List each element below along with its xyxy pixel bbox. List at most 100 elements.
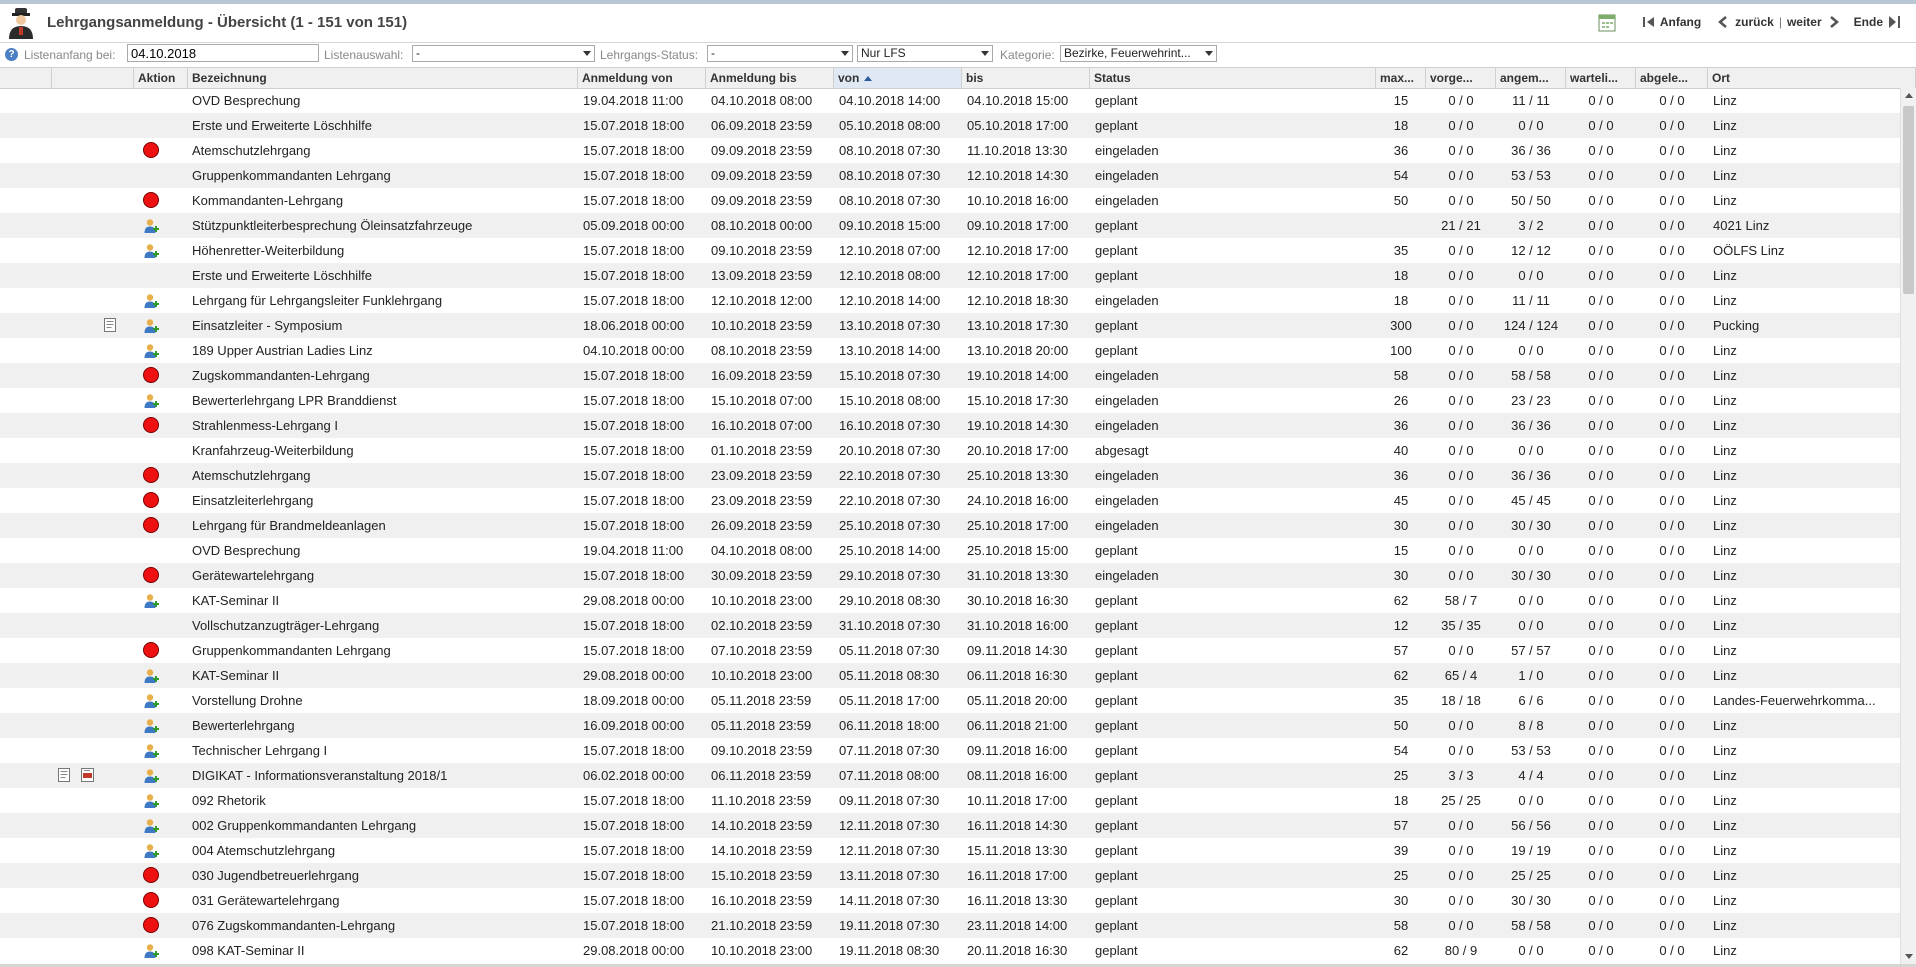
table-row[interactable]: 031 Gerätewartelehrgang 15.07.2018 18:00 1…	[0, 888, 1900, 913]
red-status-icon[interactable]	[143, 142, 159, 158]
cell-bezeichnung[interactable]: Atemschutzlehrgang	[192, 463, 577, 488]
user-add-icon[interactable]	[143, 768, 159, 787]
scroll-down-icon[interactable]	[1905, 954, 1913, 959]
column-header-bis[interactable]: bis	[962, 68, 1090, 88]
cell-bezeichnung[interactable]: Einsatzleiter - Symposium	[192, 313, 577, 338]
cell-bezeichnung[interactable]: 189 Upper Austrian Ladies Linz	[192, 338, 577, 363]
last-page-link[interactable]: Ende	[1854, 15, 1883, 29]
table-row[interactable]: 030 Jugendbetreuerlehrgang 15.07.2018 18:…	[0, 863, 1900, 888]
red-status-icon[interactable]	[143, 917, 159, 933]
table-row[interactable]: Gruppenkommandanten Lehrgang 15.07.2018 1…	[0, 638, 1900, 663]
table-row[interactable]: Technischer Lehrgang I 15.07.2018 18:00 09…	[0, 738, 1900, 763]
cell-bezeichnung[interactable]: 076 Zugskommandanten-Lehrgang	[192, 913, 577, 938]
document-icon[interactable]	[104, 318, 117, 335]
table-row[interactable]: Vollschutzanzugträger-Lehrgang 15.07.2018…	[0, 613, 1900, 638]
cell-bezeichnung[interactable]: Vorstellung Drohne	[192, 688, 577, 713]
red-status-icon[interactable]	[143, 192, 159, 208]
column-header-aktion[interactable]: Aktion	[134, 68, 188, 88]
table-row[interactable]: 098 KAT-Seminar II 29.08.2018 00:00 10.10.…	[0, 938, 1900, 963]
lfs-filter-select[interactable]: Nur LFS	[857, 45, 993, 62]
scroll-up-icon[interactable]	[1905, 93, 1913, 98]
user-add-icon[interactable]	[143, 743, 159, 762]
cell-bezeichnung[interactable]: Erste und Erweiterte Löschhilfe	[192, 263, 577, 288]
cell-bezeichnung[interactable]: Strahlenmess-Lehrgang I	[192, 413, 577, 438]
cell-bezeichnung[interactable]: Atemschutzlehrgang	[192, 138, 577, 163]
red-status-icon[interactable]	[143, 642, 159, 658]
table-row[interactable]: Einsatzleiterlehrgang 15.07.2018 18:00 23.…	[0, 488, 1900, 513]
cell-bezeichnung[interactable]: Einsatzleiterlehrgang	[192, 488, 577, 513]
column-header-max[interactable]: max...	[1376, 68, 1426, 88]
cell-bezeichnung[interactable]: Vollschutzanzugträger-Lehrgang	[192, 613, 577, 638]
table-row[interactable]: KAT-Seminar II 29.08.2018 00:00 10.10.2018…	[0, 663, 1900, 688]
cell-bezeichnung[interactable]: 004 Atemschutzlehrgang	[192, 838, 577, 863]
calendar-icon[interactable]	[1598, 12, 1616, 32]
vertical-scrollbar[interactable]	[1900, 88, 1916, 964]
table-row[interactable]: 189 Upper Austrian Ladies Linz 04.10.2018…	[0, 338, 1900, 363]
user-add-icon[interactable]	[143, 843, 159, 862]
table-row[interactable]: Vorstellung Drohne 18.09.2018 00:00 05.11.…	[0, 688, 1900, 713]
cell-bezeichnung[interactable]: Gruppenkommandanten Lehrgang	[192, 638, 577, 663]
user-add-icon[interactable]	[143, 818, 159, 837]
table-row[interactable]: 002 Gruppenkommandanten Lehrgang 15.07.20…	[0, 813, 1900, 838]
previous-page-icon[interactable]	[1716, 16, 1730, 28]
column-header-status[interactable]: Status	[1090, 68, 1376, 88]
table-row[interactable]: Einsatzleiter - Symposium 18.06.2018 00:0…	[0, 313, 1900, 338]
cell-bezeichnung[interactable]: Gerätewartelehrgang	[192, 563, 577, 588]
cell-bezeichnung[interactable]: Bewerterlehrgang	[192, 713, 577, 738]
cell-bezeichnung[interactable]: Gruppenkommandanten Lehrgang	[192, 163, 577, 188]
list-selection-select[interactable]: -	[412, 45, 595, 62]
table-row[interactable]: 076 Zugskommandanten-Lehrgang 15.07.2018 …	[0, 913, 1900, 938]
red-status-icon[interactable]	[143, 467, 159, 483]
table-row[interactable]: 004 Atemschutzlehrgang 15.07.2018 18:00 14…	[0, 838, 1900, 863]
column-header-bezeichnung[interactable]: Bezeichnung	[188, 68, 578, 88]
cell-bezeichnung[interactable]: Kranfahrzeug-Weiterbildung	[192, 438, 577, 463]
cell-bezeichnung[interactable]: 030 Jugendbetreuerlehrgang	[192, 863, 577, 888]
cell-bezeichnung[interactable]: Stützpunktleiterbesprechung Öleinsatzfah…	[192, 213, 577, 238]
next-page-link[interactable]: weiter	[1787, 15, 1822, 29]
column-header-abgelehnt[interactable]: abgele...	[1636, 68, 1708, 88]
user-add-icon[interactable]	[143, 593, 159, 612]
cell-bezeichnung[interactable]: OVD Besprechung	[192, 88, 577, 113]
user-add-icon[interactable]	[143, 718, 159, 737]
cell-bezeichnung[interactable]: 002 Gruppenkommandanten Lehrgang	[192, 813, 577, 838]
cell-bezeichnung[interactable]: Lehrgang für Brandmeldeanlagen	[192, 513, 577, 538]
user-add-icon[interactable]	[143, 293, 159, 312]
red-status-icon[interactable]	[143, 892, 159, 908]
table-row[interactable]: DIGIKAT - Informationsveranstaltung 2018…	[0, 763, 1900, 788]
table-row[interactable]: Bewerterlehrgang 16.09.2018 00:00 05.11.20…	[0, 713, 1900, 738]
pdf-icon[interactable]	[81, 768, 95, 785]
cell-bezeichnung[interactable]: Bewerterlehrgang LPR Branddienst	[192, 388, 577, 413]
column-header-anmeldung-bis[interactable]: Anmeldung bis	[706, 68, 834, 88]
table-row[interactable]: Bewerterlehrgang LPR Branddienst 15.07.20…	[0, 388, 1900, 413]
cell-bezeichnung[interactable]: Höhenretter-Weiterbildung	[192, 238, 577, 263]
cell-bezeichnung[interactable]: 031 Gerätewartelehrgang	[192, 888, 577, 913]
cell-bezeichnung[interactable]: Lehrgang für Lehrgangsleiter Funklehrgan…	[192, 288, 577, 313]
user-add-icon[interactable]	[143, 393, 159, 412]
table-row[interactable]: Kommandanten-Lehrgang 15.07.2018 18:00 09.…	[0, 188, 1900, 213]
user-add-icon[interactable]	[143, 343, 159, 362]
user-add-icon[interactable]	[143, 943, 159, 962]
table-row[interactable]: OVD Besprechung 19.04.2018 11:00 04.10.201…	[0, 88, 1900, 113]
first-page-link[interactable]: Anfang	[1660, 15, 1701, 29]
red-status-icon[interactable]	[143, 517, 159, 533]
cell-bezeichnung[interactable]: Zugskommandanten-Lehrgang	[192, 363, 577, 388]
last-page-icon[interactable]	[1888, 15, 1902, 29]
table-row[interactable]: Atemschutzlehrgang 15.07.2018 18:00 09.09.…	[0, 138, 1900, 163]
column-header-vorgemerkt[interactable]: vorge...	[1426, 68, 1496, 88]
table-row[interactable]: Atemschutzlehrgang 15.07.2018 18:00 23.09.…	[0, 463, 1900, 488]
cell-bezeichnung[interactable]: Kommandanten-Lehrgang	[192, 188, 577, 213]
table-row[interactable]: Lehrgang für Lehrgangsleiter Funklehrgan…	[0, 288, 1900, 313]
red-status-icon[interactable]	[143, 567, 159, 583]
table-row[interactable]: Zugskommandanten-Lehrgang 15.07.2018 18:0…	[0, 363, 1900, 388]
scrollbar-thumb[interactable]	[1903, 106, 1914, 294]
previous-page-link[interactable]: zurück	[1735, 15, 1774, 29]
user-add-icon[interactable]	[143, 218, 159, 237]
help-icon[interactable]: ?	[5, 48, 18, 61]
table-row[interactable]: KAT-Seminar II 29.08.2018 00:00 10.10.2018…	[0, 588, 1900, 613]
red-status-icon[interactable]	[143, 492, 159, 508]
next-page-icon[interactable]	[1827, 16, 1841, 28]
table-row[interactable]: Gerätewartelehrgang 15.07.2018 18:00 30.09…	[0, 563, 1900, 588]
table-row[interactable]: Erste und Erweiterte Löschhilfe 15.07.201…	[0, 263, 1900, 288]
course-status-select[interactable]: -	[707, 45, 853, 62]
column-header-anmeldung-von[interactable]: Anmeldung von	[578, 68, 706, 88]
